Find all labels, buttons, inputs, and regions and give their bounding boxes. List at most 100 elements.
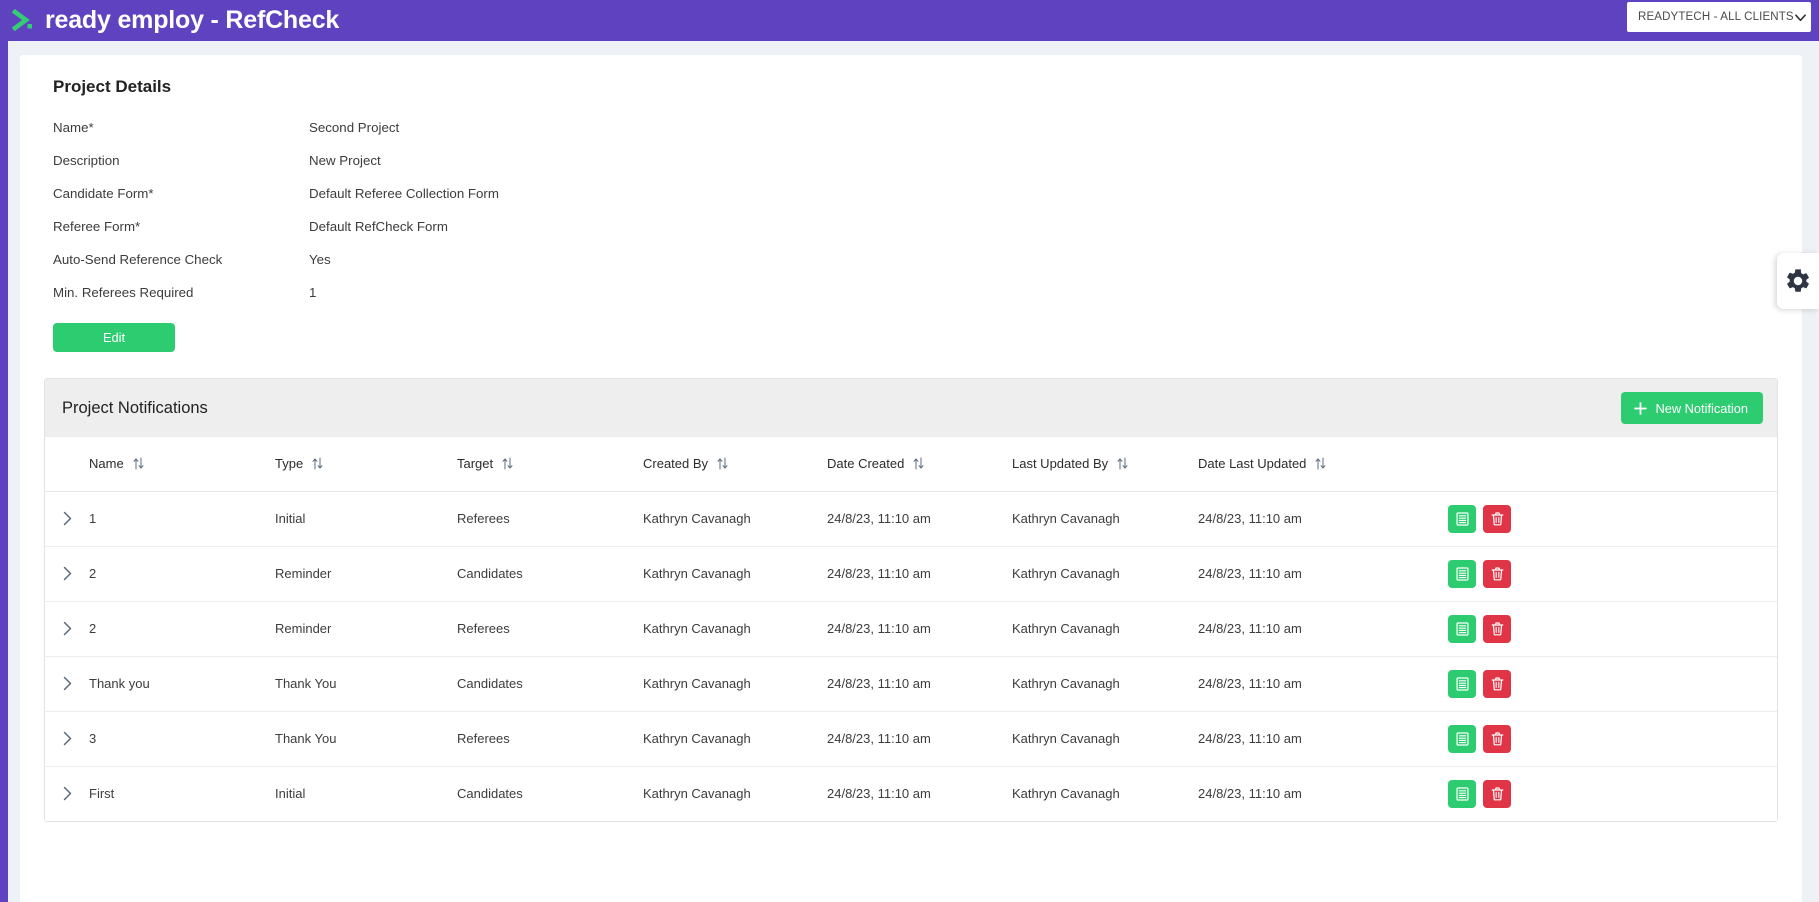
cell-date-last-updated: 24/8/23, 11:10 am <box>1198 656 1448 712</box>
detail-label: Referee Form* <box>53 219 141 234</box>
detail-value: 1 <box>309 285 317 300</box>
sort-updown-icon[interactable] <box>913 457 924 470</box>
cell-created-by: Kathryn Cavanagh <box>643 491 827 547</box>
sort-updown-icon[interactable] <box>1117 457 1128 470</box>
delete-notification-button[interactable] <box>1483 669 1511 698</box>
document-icon <box>1455 676 1470 692</box>
chevron-right-icon <box>61 786 74 801</box>
table-body: 1 Initial Referees Kathryn Cavanagh 24/8/23,… <box>45 491 1777 821</box>
detail-row-candidate-form: Candidate Form* Default Referee Collecti… <box>44 177 1778 210</box>
new-notification-label: New Notification <box>1655 400 1748 416</box>
row-expander-button[interactable] <box>45 786 89 801</box>
project-details-section: Project Details Name* Second Project Des… <box>44 77 1778 352</box>
delete-notification-button[interactable] <box>1483 779 1511 808</box>
row-expander-button[interactable] <box>45 511 89 526</box>
cell-date-created: 24/8/23, 11:10 am <box>827 656 1012 712</box>
row-expander-cell[interactable] <box>45 711 89 767</box>
detail-label: Description <box>53 153 120 168</box>
cell-created-by: Kathryn Cavanagh <box>643 711 827 767</box>
sort-updown-icon[interactable] <box>717 457 728 470</box>
project-notifications-header: Project Notifications New Notification <box>45 379 1777 437</box>
notifications-title: Project Notifications <box>62 398 208 417</box>
document-icon <box>1455 566 1470 582</box>
chevron-right-icon <box>61 676 74 691</box>
detail-label: Name* <box>53 120 94 135</box>
row-expander-cell[interactable] <box>45 766 89 821</box>
cell-actions <box>1448 491 1777 547</box>
table-row[interactable]: 2 Reminder Candidates Kathryn Cavanagh 24/8/… <box>45 546 1777 602</box>
cell-actions <box>1448 656 1777 712</box>
chevron-right-icon <box>61 511 74 526</box>
notifications-table: Name Type Target Created By Date Created… <box>45 437 1777 821</box>
table-row[interactable]: First Initial Candidates Kathryn Cavanagh 24… <box>45 766 1777 821</box>
trash-icon <box>1490 676 1505 692</box>
document-icon <box>1455 731 1470 747</box>
row-expander-button[interactable] <box>45 676 89 691</box>
brand-logo[interactable]: ready employ - RefCheck <box>10 8 339 33</box>
view-notification-button[interactable] <box>1448 559 1476 588</box>
row-expander-cell[interactable] <box>45 601 89 657</box>
delete-notification-button[interactable] <box>1483 504 1511 533</box>
cell-name: First <box>89 786 115 802</box>
th-last-updated-by[interactable]: Last Updated By <box>1012 437 1198 492</box>
table-row[interactable]: 3 Thank You Referees Kathryn Cavanagh 24/8/2… <box>45 711 1777 767</box>
row-expander-cell[interactable] <box>45 491 89 547</box>
view-notification-button[interactable] <box>1448 504 1476 533</box>
delete-notification-button[interactable] <box>1483 559 1511 588</box>
chevron-right-logo-icon <box>10 8 36 33</box>
cell-type: Reminder <box>275 546 457 602</box>
th-type[interactable]: Type <box>275 437 457 492</box>
detail-row-name: Name* Second Project <box>44 111 1778 144</box>
chevron-right-icon <box>61 731 74 746</box>
view-notification-button[interactable] <box>1448 724 1476 753</box>
th-date-created[interactable]: Date Created <box>827 437 1012 492</box>
detail-value: Second Project <box>309 120 400 135</box>
view-notification-button[interactable] <box>1448 669 1476 698</box>
th-date-last-updated[interactable]: Date Last Updated <box>1198 437 1448 492</box>
delete-notification-button[interactable] <box>1483 724 1511 753</box>
view-notification-button[interactable] <box>1448 614 1476 643</box>
cell-name: 2 <box>89 601 275 657</box>
trash-icon <box>1490 731 1505 747</box>
th-name[interactable]: Name <box>89 437 275 492</box>
cell-last-updated-by: Kathryn Cavanagh <box>1012 546 1198 602</box>
cell-target: Referees <box>457 491 643 547</box>
cell-name: 2 <box>89 546 275 602</box>
table-row[interactable]: 1 Initial Referees Kathryn Cavanagh 24/8/23,… <box>45 491 1777 547</box>
cell-last-updated-by: Kathryn Cavanagh <box>1012 711 1198 767</box>
delete-notification-button[interactable] <box>1483 614 1511 643</box>
cell-date-created: 24/8/23, 11:10 am <box>827 711 1012 767</box>
client-selector[interactable]: READYTECH - ALL CLIENTS <box>1627 2 1811 32</box>
th-created-by[interactable]: Created By <box>643 437 827 492</box>
trash-icon <box>1490 786 1505 802</box>
row-expander-cell[interactable] <box>45 546 89 602</box>
settings-tab-button[interactable] <box>1777 253 1819 309</box>
row-expander-cell[interactable] <box>45 656 89 712</box>
th-created-by-label: Created By <box>643 456 709 472</box>
row-expander-button[interactable] <box>45 621 89 636</box>
document-icon <box>1455 786 1470 802</box>
row-expander-button[interactable] <box>45 566 89 581</box>
trash-icon <box>1490 621 1505 637</box>
table-row[interactable]: 2 Reminder Referees Kathryn Cavanagh 24/8/23… <box>45 601 1777 657</box>
cell-target: Referees <box>457 601 643 657</box>
cell-last-updated-by: Kathryn Cavanagh <box>1012 656 1198 712</box>
left-accent-rail <box>0 41 8 902</box>
client-selector-value: READYTECH - ALL CLIENTS <box>1638 11 1794 23</box>
row-expander-button[interactable] <box>45 731 89 746</box>
sort-updown-icon[interactable] <box>133 457 144 470</box>
new-notification-button[interactable]: New Notification <box>1620 392 1763 424</box>
table-header-row: Name Type Target Created By Date Created… <box>45 437 1777 492</box>
cell-type: Initial <box>275 786 306 802</box>
th-target[interactable]: Target <box>457 437 643 492</box>
cell-target: Candidates <box>457 786 523 802</box>
sort-updown-icon[interactable] <box>502 457 513 470</box>
view-notification-button[interactable] <box>1448 779 1476 808</box>
table-row[interactable]: Thank you Thank You Candidates Kathryn Cava… <box>45 656 1777 712</box>
detail-row-min-referees: Min. Referees Required 1 <box>44 276 1778 309</box>
edit-button[interactable]: Edit <box>53 323 175 352</box>
th-target-label: Target <box>457 456 494 472</box>
th-name-label: Name <box>89 456 124 472</box>
sort-updown-icon[interactable] <box>312 457 323 470</box>
sort-updown-icon[interactable] <box>1315 457 1326 470</box>
